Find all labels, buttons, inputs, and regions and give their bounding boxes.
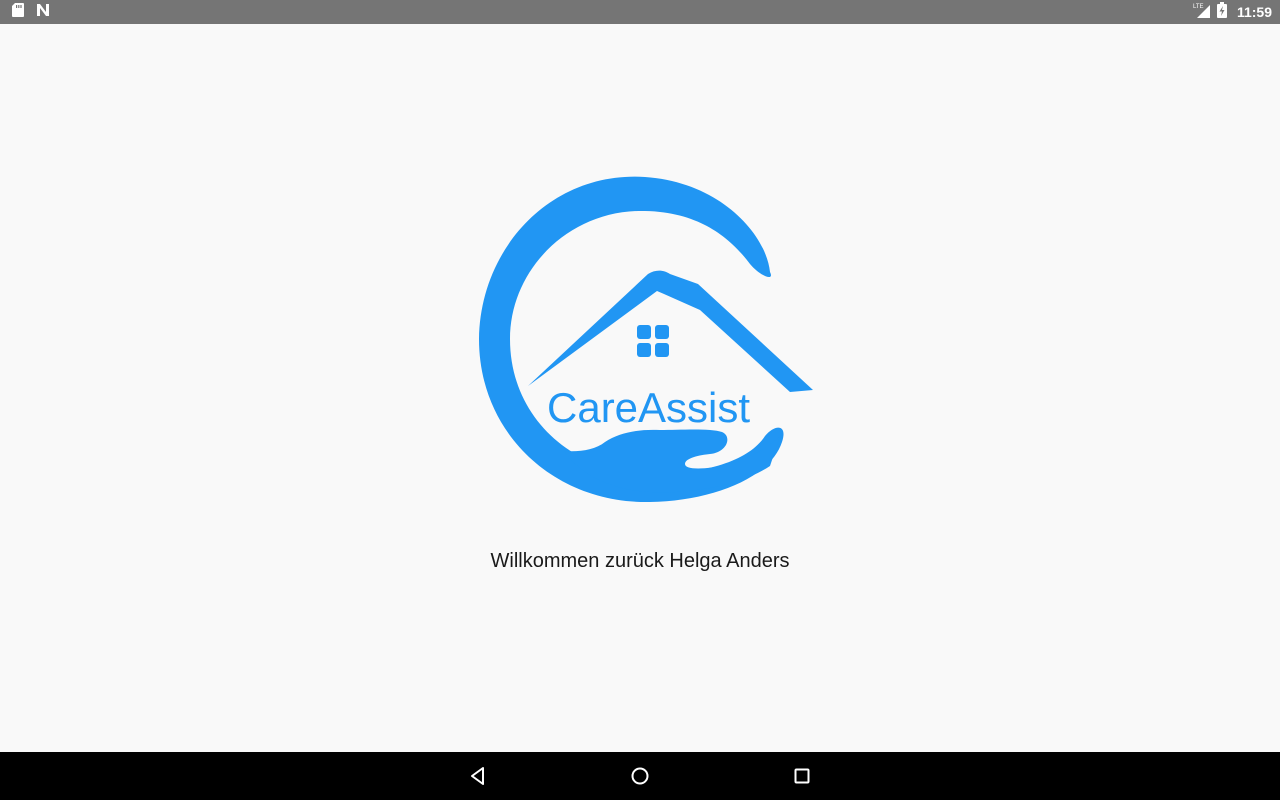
back-button[interactable]	[458, 760, 498, 792]
recents-icon	[794, 768, 810, 784]
home-icon	[631, 767, 649, 785]
svg-text:LTE: LTE	[1193, 4, 1204, 10]
lte-signal-icon: LTE	[1193, 2, 1211, 23]
sd-card-icon	[12, 2, 24, 22]
status-clock: 11:59	[1236, 4, 1272, 20]
logo-window-pane	[637, 343, 651, 357]
recents-button[interactable]	[782, 760, 822, 792]
logo-window-pane	[637, 325, 651, 339]
logo-roof	[528, 270, 813, 392]
splash-screen: CareAssist Willkommen zurück Helga Ander…	[0, 24, 1280, 752]
careassist-logo: CareAssist	[479, 176, 813, 503]
home-button[interactable]	[620, 760, 660, 792]
status-bar: LTE 11:59	[0, 0, 1280, 24]
navigation-bar	[0, 752, 1280, 800]
status-left-icons	[12, 2, 50, 22]
n-notification-icon	[36, 3, 50, 22]
status-right-icons: LTE 11:59	[1193, 0, 1272, 24]
logo-window-pane	[655, 325, 669, 339]
logo-window-pane	[655, 343, 669, 357]
logo-brand-text: CareAssist	[547, 384, 750, 431]
back-icon	[471, 767, 484, 785]
welcome-message: Willkommen zurück Helga Anders	[490, 550, 790, 572]
battery-charging-icon	[1216, 1, 1227, 23]
